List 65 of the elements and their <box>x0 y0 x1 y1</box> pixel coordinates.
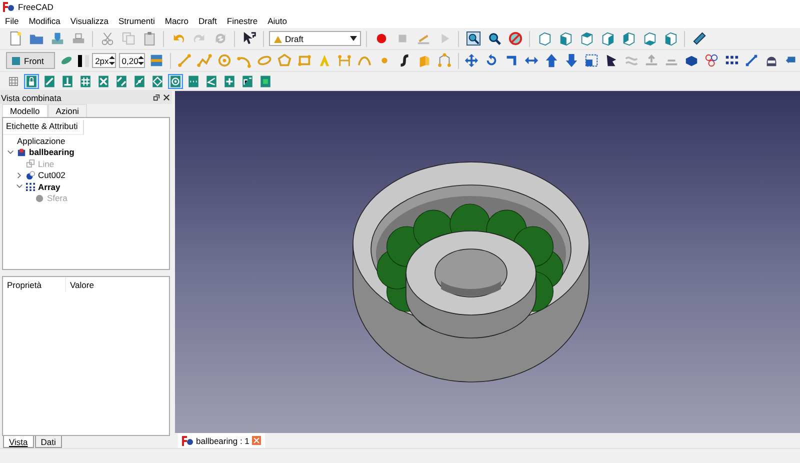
workbench-selector[interactable]: Draft <box>269 31 361 46</box>
plus-icon[interactable] <box>222 74 237 88</box>
column-header: Etichette & Attributi <box>3 120 84 135</box>
parallel-icon[interactable] <box>114 74 129 88</box>
expand-chevron-icon[interactable] <box>16 183 23 190</box>
lock-icon[interactable] <box>24 74 39 88</box>
close-icon[interactable] <box>163 92 170 102</box>
sphere-cut-icon <box>26 170 35 180</box>
center-icon[interactable] <box>168 74 183 88</box>
window-title: FreeCAD <box>18 2 54 12</box>
spin-arrows-icon[interactable] <box>138 55 144 66</box>
polyline-icon[interactable] <box>196 52 213 70</box>
tree-item[interactable]: Array <box>38 182 60 192</box>
line-color-swatch[interactable] <box>78 54 82 66</box>
circle-icon[interactable] <box>216 52 233 70</box>
menu-item[interactable]: Visualizza <box>70 16 108 26</box>
midpoint-icon[interactable] <box>132 74 147 88</box>
line-icon[interactable] <box>176 52 193 70</box>
panel-tab[interactable]: Modello <box>2 104 48 117</box>
spin-arrows-icon[interactable] <box>108 55 115 66</box>
dots-icon[interactable] <box>186 74 201 88</box>
panel-title: Vista combinata <box>1 92 62 102</box>
dropdown-arrow-icon[interactable] <box>350 36 357 41</box>
array-icon <box>26 182 35 192</box>
perpendicular-icon[interactable] <box>60 74 75 88</box>
scale-icon[interactable] <box>583 52 600 70</box>
menu-item[interactable]: Aiuto <box>268 16 287 26</box>
sphere-icon <box>35 194 44 203</box>
tree-item[interactable]: Cut002 <box>38 170 66 180</box>
font-size-field[interactable]: 0,20 <box>118 53 146 68</box>
app-logo-icon <box>3 2 14 12</box>
bezier-icon[interactable] <box>436 52 453 70</box>
menu-item[interactable]: Finestre <box>226 16 258 26</box>
endpoint-icon[interactable] <box>42 74 57 88</box>
panel-tab[interactable]: Dati <box>34 436 62 448</box>
squares-icon <box>26 159 35 168</box>
menu-item[interactable]: Strumenti <box>118 16 155 26</box>
document-icon <box>17 148 26 157</box>
document-tab[interactable]: ballbearing : 1 <box>178 433 266 448</box>
column-header: Proprietà <box>3 277 66 292</box>
square-icon[interactable] <box>258 74 273 88</box>
diamond-icon[interactable] <box>150 74 165 88</box>
collapse-chevron-icon[interactable] <box>16 172 23 179</box>
no-draw-style-icon[interactable] <box>506 30 524 48</box>
cross-icon[interactable] <box>96 74 111 88</box>
line-width-field[interactable]: 2px <box>92 53 116 68</box>
menu-item[interactable]: Modifica <box>28 16 60 26</box>
expand-chevron-icon[interactable] <box>7 148 14 156</box>
column-header: Valore <box>69 280 94 290</box>
shape-cluster-icon[interactable] <box>703 52 720 70</box>
fit-all-icon[interactable] <box>464 30 482 48</box>
menu-item[interactable]: Draft <box>198 16 217 26</box>
workbench-icon <box>273 34 283 44</box>
hash-icon[interactable] <box>78 74 93 88</box>
menu-item[interactable]: Macro <box>164 16 188 26</box>
panel-tab[interactable]: Azioni <box>48 104 87 117</box>
panel-tab[interactable]: Vista <box>3 436 34 448</box>
tree-item[interactable]: ballbearing <box>29 147 74 158</box>
move-icon[interactable] <box>463 52 480 70</box>
menu-item[interactable]: File <box>5 16 19 26</box>
angle-icon[interactable] <box>204 74 219 88</box>
view-plane-button[interactable]: Front <box>6 52 55 69</box>
app-logo-icon <box>182 436 193 446</box>
tree-item[interactable]: Applicazione <box>17 136 66 146</box>
float-panel-icon[interactable] <box>153 92 160 102</box>
